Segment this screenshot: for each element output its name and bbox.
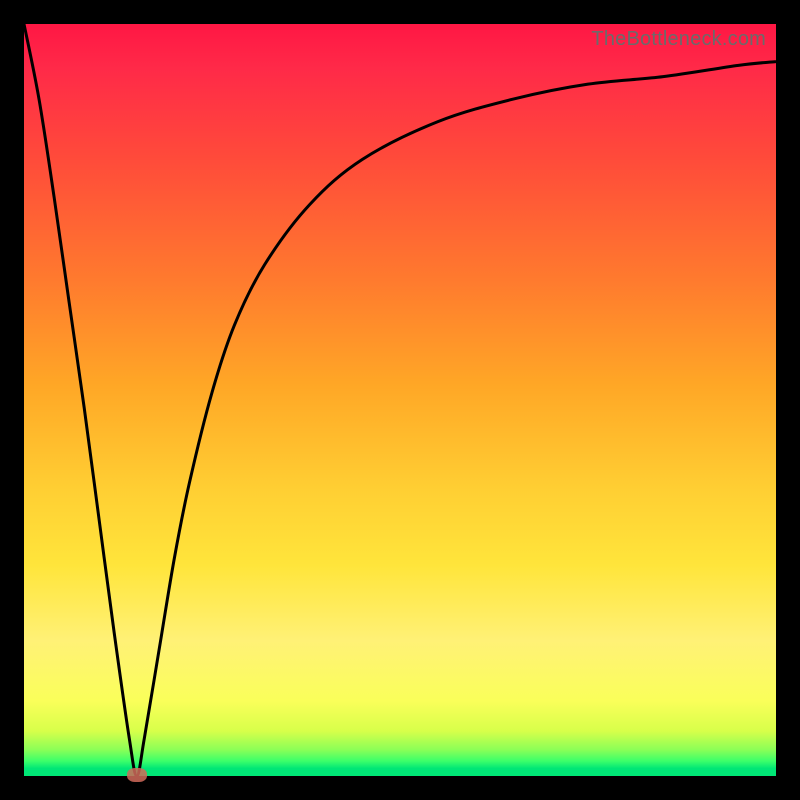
bottleneck-curve bbox=[24, 24, 776, 776]
optimal-point-marker bbox=[127, 768, 147, 782]
chart-frame: TheBottleneck.com bbox=[0, 0, 800, 800]
plot-area: TheBottleneck.com bbox=[24, 24, 776, 776]
